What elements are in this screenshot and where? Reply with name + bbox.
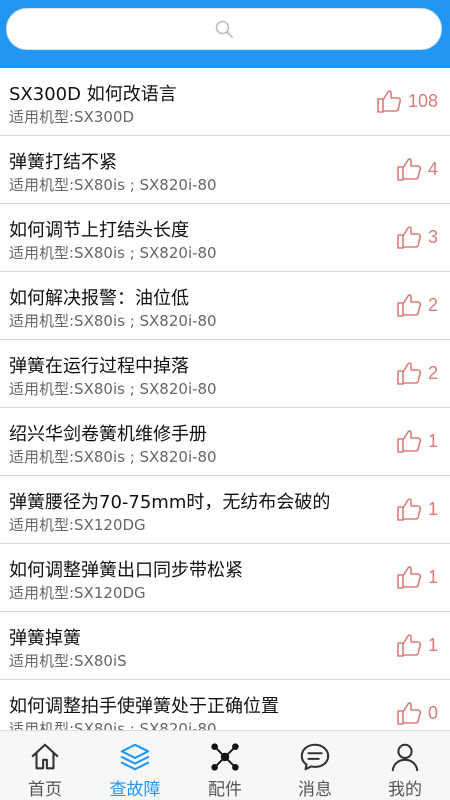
thumbs-up-icon (397, 158, 422, 181)
like-button[interactable]: 108 (376, 88, 438, 114)
list-item[interactable]: 绍兴华剑卷簧机维修手册 适用机型:SX80is ; SX820i-80 1 (0, 408, 450, 476)
bottom-tab-bar: 首页 查故障 配件 消息 我的 (0, 730, 450, 800)
top-bar (0, 0, 450, 68)
tab-me[interactable]: 我的 (360, 731, 450, 800)
tab-label: 消息 (298, 780, 332, 800)
list-item[interactable]: 弹簧打结不紧 适用机型:SX80is ; SX820i-80 4 (0, 136, 450, 204)
like-button[interactable]: 3 (396, 224, 438, 250)
thumbs-up-icon (397, 634, 422, 657)
list-item[interactable]: 如何调整弹簧出口同步带松紧 适用机型:SX120DG 1 (0, 544, 450, 612)
like-button[interactable]: 1 (396, 496, 438, 522)
search-icon (215, 20, 233, 38)
item-subtitle: 适用机型:SX80is ; SX820i-80 (9, 720, 217, 730)
item-title: 如何调整拍手使弹簧处于正确位置 (9, 696, 279, 717)
like-count: 2 (427, 294, 438, 315)
thumbs-up-icon (397, 702, 422, 725)
like-count: 3 (427, 226, 438, 247)
home-icon (31, 743, 59, 770)
user-icon (391, 743, 419, 772)
tab-messages[interactable]: 消息 (270, 731, 360, 800)
like-count: 1 (427, 498, 438, 519)
like-count: 2 (427, 362, 438, 383)
list-item[interactable]: 弹簧掉簧 适用机型:SX80iS 1 (0, 612, 450, 680)
thumbs-up-icon (397, 430, 422, 453)
item-subtitle: 适用机型:SX80is ; SX820i-80 (9, 244, 217, 262)
like-button[interactable]: 0 (396, 700, 438, 726)
like-count: 4 (427, 158, 438, 179)
item-subtitle: 适用机型:SX300D (9, 108, 135, 126)
item-title: SX300D 如何改语言 (9, 84, 177, 105)
like-button[interactable]: 1 (396, 428, 438, 454)
tab-home[interactable]: 首页 (0, 731, 90, 800)
like-button[interactable]: 1 (396, 564, 438, 590)
like-button[interactable]: 4 (396, 156, 438, 182)
item-title: 如何解决报警：油位低 (9, 288, 189, 309)
item-subtitle: 适用机型:SX80is ; SX820i-80 (9, 448, 217, 466)
like-count: 1 (427, 430, 438, 451)
thumbs-up-icon (397, 566, 422, 589)
chat-icon (300, 743, 330, 771)
tab-label: 查故障 (109, 780, 161, 800)
thumbs-up-icon (397, 362, 422, 385)
item-subtitle: 适用机型:SX120DG (9, 584, 146, 602)
like-count: 108 (407, 90, 438, 111)
item-title: 弹簧掉簧 (9, 628, 81, 649)
item-title: 如何调节上打结头长度 (9, 220, 189, 241)
item-subtitle: 适用机型:SX80is ; SX820i-80 (9, 380, 217, 398)
item-subtitle: 适用机型:SX80is ; SX820i-80 (9, 312, 217, 330)
fault-list: SX300D 如何改语言 适用机型:SX300D 108 弹簧打结不紧 适用机型… (0, 68, 450, 730)
list-item[interactable]: 弹簧在运行过程中掉落 适用机型:SX80is ; SX820i-80 2 (0, 340, 450, 408)
search-input[interactable] (6, 8, 442, 50)
like-count: 0 (427, 702, 438, 723)
list-item[interactable]: 弹簧腰径为70-75mm时，无纺布会破的 适用机型:SX120DG 1 (0, 476, 450, 544)
item-title: 绍兴华剑卷簧机维修手册 (9, 424, 207, 445)
item-title: 弹簧打结不紧 (9, 152, 117, 173)
item-subtitle: 适用机型:SX120DG (9, 516, 146, 534)
item-title: 弹簧腰径为70-75mm时，无纺布会破的 (9, 492, 331, 513)
tab-label: 配件 (208, 780, 242, 800)
tab-parts[interactable]: 配件 (180, 731, 270, 800)
list-item[interactable]: 如何调节上打结头长度 适用机型:SX80is ; SX820i-80 3 (0, 204, 450, 272)
like-count: 1 (427, 634, 438, 655)
thumbs-up-icon (397, 294, 422, 317)
item-title: 弹簧在运行过程中掉落 (9, 356, 189, 377)
like-button[interactable]: 2 (396, 360, 438, 386)
list-item[interactable]: 如何调整拍手使弹簧处于正确位置 适用机型:SX80is ; SX820i-80 … (0, 680, 450, 730)
like-count: 1 (427, 566, 438, 587)
tab-troubleshoot[interactable]: 查故障 (90, 731, 180, 800)
layers-icon (120, 743, 150, 771)
list-item[interactable]: 如何解决报警：油位低 适用机型:SX80is ; SX820i-80 2 (0, 272, 450, 340)
item-subtitle: 适用机型:SX80iS (9, 652, 127, 670)
list-item[interactable]: SX300D 如何改语言 适用机型:SX300D 108 (0, 68, 450, 136)
item-title: 如何调整弹簧出口同步带松紧 (9, 560, 243, 581)
tab-label: 我的 (388, 780, 422, 800)
thumbs-up-icon (397, 498, 422, 521)
tab-label: 首页 (28, 780, 62, 800)
thumbs-up-icon (397, 226, 422, 249)
nodes-icon (211, 743, 239, 771)
item-subtitle: 适用机型:SX80is ; SX820i-80 (9, 176, 217, 194)
thumbs-up-icon (377, 90, 402, 113)
like-button[interactable]: 1 (396, 632, 438, 658)
like-button[interactable]: 2 (396, 292, 438, 318)
